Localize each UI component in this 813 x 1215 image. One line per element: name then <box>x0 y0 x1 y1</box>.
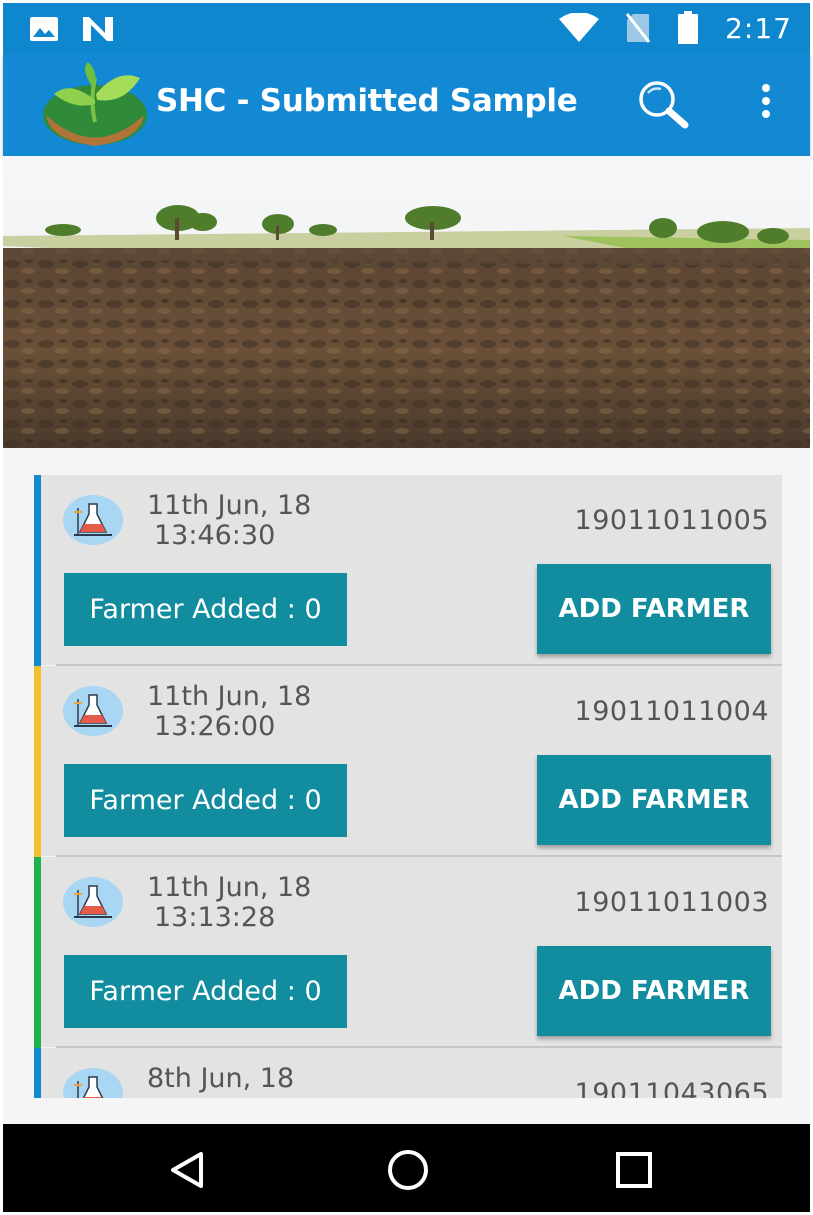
farmer-added-count: Farmer Added : 0 <box>64 764 347 837</box>
recents-square-icon <box>616 1152 652 1188</box>
sample-date: 8th Jun, 18 <box>147 1063 295 1094</box>
banner-image <box>3 156 810 448</box>
sample-id: 19011011004 <box>574 696 769 727</box>
status-bar: 2:17 <box>3 3 810 53</box>
home-circle-icon <box>388 1150 428 1190</box>
back-triangle-icon <box>171 1152 203 1188</box>
lab-flask-icon <box>63 495 123 545</box>
sample-time: 13:46:30 <box>154 520 276 551</box>
sample-date: 11th Jun, 18 <box>147 490 312 521</box>
sample-id: 19011011003 <box>574 887 769 918</box>
card-accent-bar <box>34 1048 41 1098</box>
sample-card[interactable]: 11th Jun, 18 13:26:00 19011011004 Farmer… <box>34 666 782 857</box>
app-bar: SHC - Submitted Sample <box>3 53 810 156</box>
sample-time: 13:13:28 <box>154 902 276 933</box>
overflow-menu-button[interactable] <box>751 81 781 121</box>
more-vert-icon <box>762 84 770 118</box>
add-farmer-button[interactable]: ADD FARMER <box>537 946 771 1036</box>
sample-id: 19011043065 <box>574 1078 769 1098</box>
sample-list[interactable]: 11th Jun, 18 13:46:30 19011011005 Farmer… <box>3 448 810 1124</box>
card-accent-bar <box>34 475 41 666</box>
search-icon <box>639 81 689 129</box>
no-sim-icon <box>625 13 651 43</box>
sample-card[interactable]: 11th Jun, 18 13:13:28 19011011003 Farmer… <box>34 857 782 1048</box>
n-notification-icon <box>83 17 113 41</box>
soil-field-banner <box>3 156 810 448</box>
system-nav-bar <box>3 1124 810 1212</box>
sample-list-viewport[interactable]: 11th Jun, 18 13:46:30 19011011005 Farmer… <box>34 475 782 1098</box>
add-farmer-button[interactable]: ADD FARMER <box>537 564 771 654</box>
battery-icon <box>678 11 699 44</box>
sample-card[interactable]: 11th Jun, 18 13:46:30 19011011005 Farmer… <box>34 475 782 666</box>
sample-time: 13:26:00 <box>154 711 276 742</box>
lab-flask-icon <box>63 877 123 927</box>
farmer-added-count: Farmer Added : 0 <box>64 955 347 1028</box>
app-title: SHC - Submitted Sample <box>156 83 578 119</box>
sample-id: 19011011005 <box>574 505 769 536</box>
card-accent-bar <box>34 666 41 857</box>
farmer-added-count: Farmer Added : 0 <box>64 573 347 646</box>
soil-leaf-logo-icon <box>43 62 147 146</box>
search-button[interactable] <box>633 79 693 129</box>
recents-button[interactable] <box>609 1146 659 1194</box>
lab-flask-icon <box>63 686 123 736</box>
lab-flask-icon <box>63 1068 123 1098</box>
add-farmer-button[interactable]: ADD FARMER <box>537 755 771 845</box>
home-button[interactable] <box>383 1146 433 1194</box>
status-time: 2:17 <box>725 11 792 45</box>
sample-card[interactable]: 8th Jun, 18 19011043065 <box>34 1048 782 1098</box>
sample-date: 11th Jun, 18 <box>147 872 312 903</box>
image-icon <box>30 17 58 41</box>
wifi-icon <box>559 13 600 42</box>
back-button[interactable] <box>161 1146 211 1194</box>
sample-date: 11th Jun, 18 <box>147 681 312 712</box>
card-accent-bar <box>34 857 41 1048</box>
